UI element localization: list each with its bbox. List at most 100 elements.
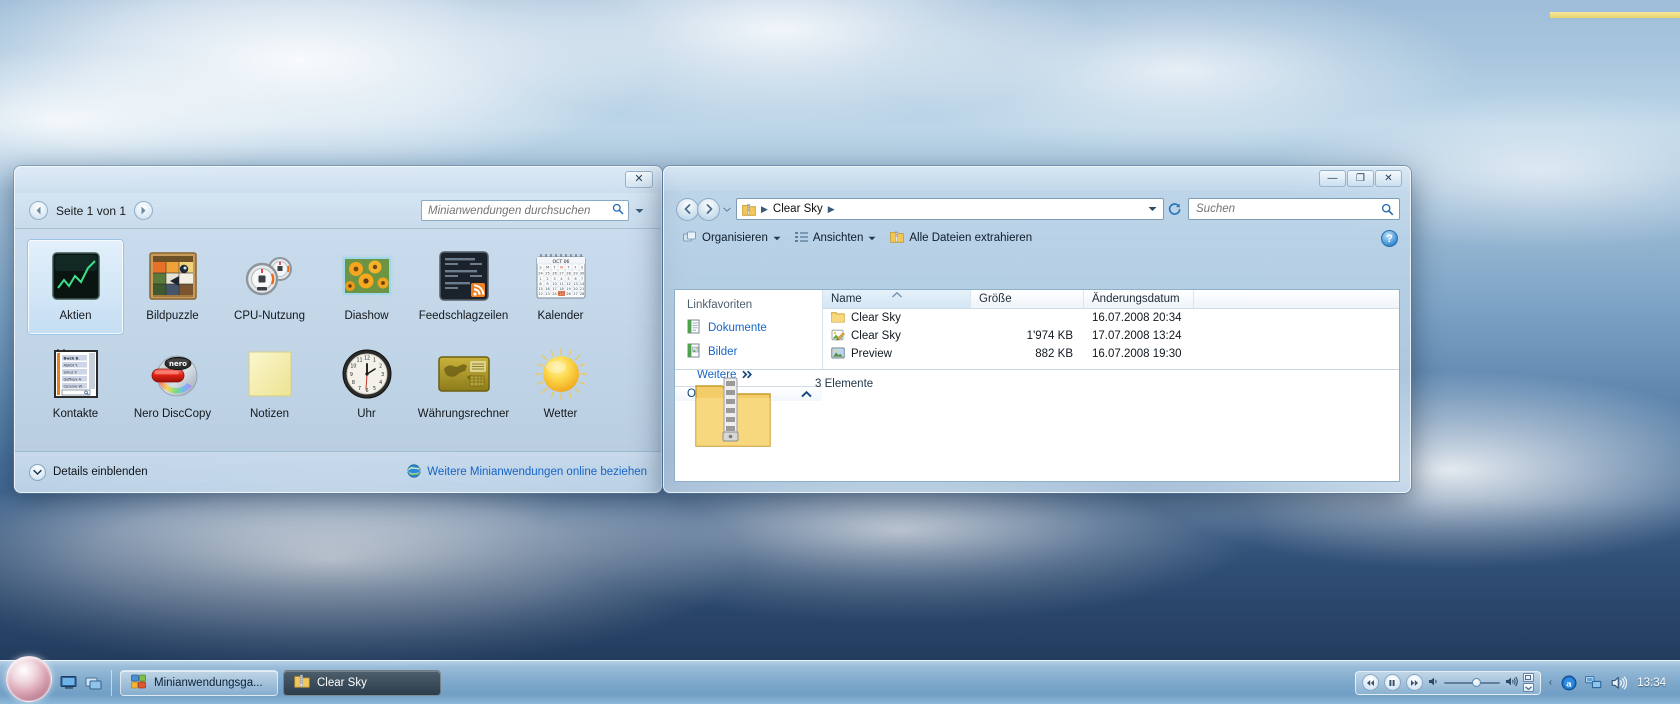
table-row[interactable]: Clear Sky 1'974 KB 17.07.2008 13:24 [823,327,1399,345]
svg-text:7: 7 [580,277,582,281]
speaker-high-icon [1505,676,1518,690]
file-name-cell: Preview [823,347,971,362]
gadget-item-wetter[interactable]: Wetter [512,337,609,433]
gadget-item-notizen[interactable]: Notizen [221,337,318,433]
file-list: Name Größe Änderungsdatum Clear Sky 16.0… [823,290,1399,369]
taskbar: Minianwendungsga... Clear Sky ‹ a 13:34 [0,656,1680,704]
contacts-gadget-icon: Bwzb B. Abkbt Y. Smuz Y. Qaffvpy A. Cjcv… [48,346,104,402]
breadcrumb-separator: ▶ [761,203,768,214]
gadget-item-nero-disccopy[interactable]: nero Nero DiscCopy [124,337,221,433]
svg-text:1: 1 [539,277,541,281]
svg-text:9: 9 [349,372,352,378]
gadget-gallery-window[interactable]: ✕ Seite 1 von 1 Minianwendungen durchsuc… [14,166,662,493]
gadget-item-kalender[interactable]: OCT 06 SMT WTFS 24 25 26 27 28 29 30 1 2… [512,239,609,335]
gadget-item-uhr[interactable]: 12 1 2 345 678 9 10 11 Uhr [318,337,415,433]
views-button[interactable]: Ansichten [788,229,884,248]
address-field[interactable]: ▶ Clear Sky ▶ [736,198,1164,220]
task-buttons: Minianwendungsga... Clear Sky [120,669,441,696]
prev-page-button[interactable] [29,201,48,220]
switch-windows-icon[interactable] [85,674,103,692]
svg-text:29: 29 [573,271,578,275]
breadcrumb-item-clear-sky[interactable]: Clear Sky [773,203,823,215]
column-header-date[interactable]: Änderungsdatum [1084,290,1194,308]
svg-text:30: 30 [579,271,584,275]
refresh-button[interactable] [1164,202,1185,216]
theme-icon [831,329,845,344]
column-header-size[interactable]: Größe [971,290,1084,308]
volume-icon[interactable] [1610,674,1627,691]
svg-text:F: F [574,266,576,270]
media-expand-icon[interactable] [1522,683,1534,692]
media-prev-icon[interactable] [1361,674,1379,691]
column-label: Größe [979,293,1012,305]
antivirus-icon[interactable]: a [1560,674,1577,691]
search-icon [1379,203,1396,216]
organize-button[interactable]: Organisieren [676,229,788,248]
close-button[interactable]: ✕ [625,171,653,188]
gadget-label: Aktien [59,310,92,322]
svg-text:3: 3 [381,372,384,378]
search-input[interactable] [1196,203,1379,215]
file-name-cell: Clear Sky [823,329,971,344]
explorer-window[interactable]: — ❐ ✕ ▶ Clear Sky ▶ Suchen Organisieren … [663,166,1411,493]
feed-headlines-gadget-icon [436,248,492,304]
volume-knob[interactable] [1471,678,1481,687]
gadget-item-waehrungsrechner[interactable]: Währungsrechner [415,337,512,433]
overflow-arrow-icon[interactable]: ‹ [1549,677,1552,688]
search-dropdown-button[interactable] [631,201,647,220]
svg-text:26: 26 [566,292,571,296]
taskbar-item-gadget-gallery[interactable]: Minianwendungsga... [120,669,278,696]
help-icon[interactable]: ? [1381,229,1398,247]
svg-text:M: M [545,266,548,270]
svg-text:23: 23 [545,292,550,296]
clock[interactable]: 13:34 [1635,677,1676,689]
gadget-item-feedschlagzeilen[interactable]: Feedschlagzeilen [415,239,512,335]
image-icon [831,347,845,362]
maximize-button[interactable]: ❐ [1347,170,1374,187]
column-header-name[interactable]: Name [823,290,971,308]
gadget-item-diashow[interactable]: Diashow [318,239,415,335]
start-button[interactable] [6,656,52,702]
address-dropdown-button[interactable] [1144,206,1160,212]
volume-slider[interactable] [1443,677,1500,689]
svg-text:25: 25 [559,292,564,296]
show-desktop-icon[interactable] [60,674,78,692]
gadget-item-bildpuzzle[interactable]: Bildpuzzle [124,239,221,335]
gadget-item-kontakte[interactable]: Bwzb B. Abkbt Y. Smuz Y. Qaffvpy A. Cjcv… [27,337,124,433]
explorer-status-area: 3 Elemente [675,369,1399,481]
next-page-button[interactable] [134,201,154,220]
back-button[interactable] [676,197,699,221]
search-input[interactable] [428,204,609,217]
taskbar-item-clear-sky[interactable]: Clear Sky [283,669,441,696]
stocks-gadget-icon [48,248,104,304]
network-icon[interactable] [1585,674,1602,691]
svg-text:20: 20 [573,287,578,291]
column-header-extra[interactable] [1194,290,1399,308]
explorer-search-box[interactable] [1188,198,1400,220]
media-next-icon[interactable] [1405,674,1423,691]
quick-launch-bar [60,674,103,692]
svg-text:25: 25 [545,271,550,275]
forward-button[interactable] [697,197,720,221]
gadget-item-cpu-nutzung[interactable]: CPU-Nutzung [221,239,318,335]
svg-text:16: 16 [545,287,550,291]
breadcrumb[interactable]: ▶ Clear Sky ▶ [756,203,840,215]
gadget-item-aktien[interactable]: Aktien [27,239,124,335]
sidebar-item-dokumente[interactable]: Dokumente [675,316,822,340]
media-pause-icon[interactable] [1383,674,1401,691]
chevron-down-icon [29,463,46,481]
sidebar-item-bilder[interactable]: Bilder [675,340,822,364]
extract-all-button[interactable]: Alle Dateien extrahieren [883,228,1039,248]
organize-icon [683,231,697,246]
table-row[interactable]: Preview 882 KB 16.07.2008 19:30 [823,345,1399,363]
gadget-search-box[interactable] [421,200,629,221]
close-button[interactable]: ✕ [1375,170,1402,187]
chevron-down-icon [868,232,876,244]
history-caret-icon[interactable] [720,206,734,212]
show-details-button[interactable]: Details einblenden [29,463,148,481]
get-more-gadgets-link[interactable]: Weitere Minianwendungen online beziehen [407,463,647,481]
minimize-button[interactable]: — [1319,170,1346,187]
media-restore-icon[interactable] [1522,673,1534,682]
item-count-label: 3 Elemente [815,378,874,390]
table-row[interactable]: Clear Sky 16.07.2008 20:34 [823,309,1399,327]
